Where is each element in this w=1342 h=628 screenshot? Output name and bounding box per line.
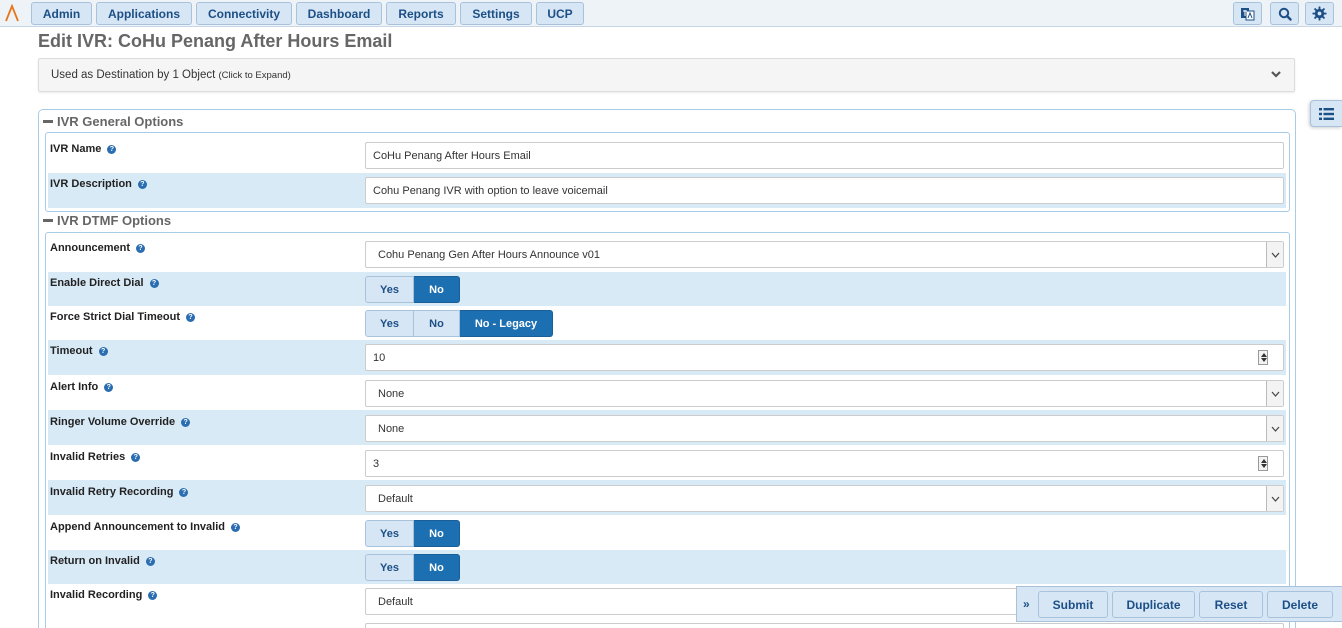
collapse-icon bbox=[43, 120, 53, 123]
help-icon[interactable]: ? bbox=[104, 382, 114, 392]
return-on-invalid-yes[interactable]: Yes bbox=[365, 554, 414, 581]
direct-dial-no[interactable]: No bbox=[414, 276, 460, 303]
return-on-invalid-no[interactable]: No bbox=[414, 554, 460, 581]
invalid-recording-label: Invalid Recording? bbox=[50, 589, 158, 601]
ivr-description-input[interactable]: Cohu Penang IVR with option to leave voi… bbox=[365, 177, 1284, 204]
strict-timeout-legacy[interactable]: No - Legacy bbox=[460, 310, 553, 337]
list-icon bbox=[1319, 107, 1334, 120]
help-icon[interactable]: ? bbox=[136, 243, 146, 253]
page-title: Edit IVR: CoHu Penang After Hours Email bbox=[38, 31, 393, 51]
strict-timeout-no[interactable]: No bbox=[414, 310, 460, 337]
row-append-announcement: Append Announcement to Invalid? bbox=[48, 515, 1286, 550]
chevron-down-icon bbox=[1266, 416, 1283, 441]
chevron-down-icon bbox=[1266, 242, 1283, 267]
duplicate-button[interactable]: Duplicate bbox=[1112, 591, 1195, 618]
help-icon[interactable]: ? bbox=[149, 278, 159, 288]
direct-dial-toggle: Yes No bbox=[365, 276, 460, 303]
alert-info-label: Alert Info? bbox=[50, 381, 114, 393]
action-bar: » Submit Duplicate Reset Delete bbox=[1016, 586, 1342, 622]
direct-dial-yes[interactable]: Yes bbox=[365, 276, 414, 303]
chevron-down-icon bbox=[1271, 71, 1281, 78]
row-direct-dial: Enable Direct Dial? bbox=[48, 272, 1286, 306]
ivr-description-label: IVR Description? bbox=[50, 178, 147, 190]
help-icon[interactable]: ? bbox=[186, 312, 195, 322]
stepper-icon[interactable] bbox=[1258, 456, 1268, 471]
append-announcement-yes[interactable]: Yes bbox=[365, 520, 414, 547]
append-announcement-no[interactable]: No bbox=[414, 520, 460, 547]
language-icon bbox=[1241, 7, 1255, 20]
next-field-partial[interactable] bbox=[365, 623, 1284, 628]
timeout-input[interactable]: 10 bbox=[365, 344, 1284, 371]
section-general-heading[interactable]: IVR General Options bbox=[43, 114, 183, 129]
nav-admin[interactable]: Admin bbox=[31, 2, 92, 25]
stepper-icon[interactable] bbox=[1258, 350, 1268, 365]
help-icon[interactable]: ? bbox=[137, 179, 147, 189]
return-on-invalid-label: Return on Invalid? bbox=[50, 555, 155, 567]
help-icon[interactable]: ? bbox=[230, 522, 240, 532]
append-announcement-toggle: Yes No bbox=[365, 520, 460, 547]
destination-text: Used as Destination by 1 Object (Click t… bbox=[51, 69, 291, 81]
help-icon[interactable]: ? bbox=[107, 144, 117, 154]
help-icon[interactable]: ? bbox=[181, 417, 191, 427]
alert-info-select[interactable]: None bbox=[365, 380, 1284, 407]
nav-connectivity[interactable]: Connectivity bbox=[196, 2, 292, 25]
invalid-retries-input[interactable]: 3 bbox=[365, 450, 1284, 477]
destination-expander[interactable]: Used as Destination by 1 Object (Click t… bbox=[38, 58, 1295, 92]
settings-button[interactable] bbox=[1305, 2, 1334, 25]
append-announcement-label: Append Announcement to Invalid? bbox=[50, 521, 240, 533]
help-icon[interactable]: ? bbox=[145, 556, 155, 566]
collapse-actions-icon[interactable]: » bbox=[1023, 597, 1030, 611]
row-strict-timeout: Force Strict Dial Timeout? bbox=[48, 306, 1286, 340]
gear-icon bbox=[1312, 6, 1327, 21]
top-nav: Admin Applications Connectivity Dashboar… bbox=[0, 0, 1342, 27]
nav-settings[interactable]: Settings bbox=[460, 2, 532, 25]
nav-ucp[interactable]: UCP bbox=[536, 2, 584, 25]
chevron-down-icon bbox=[1266, 381, 1283, 406]
invalid-retry-recording-select[interactable]: Default bbox=[365, 485, 1284, 512]
ringer-volume-label: Ringer Volume Override? bbox=[50, 416, 191, 428]
destination-hint: (Click to Expand) bbox=[218, 70, 291, 81]
strict-timeout-label: Force Strict Dial Timeout? bbox=[50, 311, 195, 323]
help-icon[interactable]: ? bbox=[131, 452, 141, 462]
search-button[interactable] bbox=[1270, 2, 1299, 25]
language-button[interactable] bbox=[1233, 2, 1262, 25]
announcement-select[interactable]: Cohu Penang Gen After Hours Announce v01 bbox=[365, 241, 1284, 268]
timeout-label: Timeout? bbox=[50, 345, 108, 357]
row-return-on-invalid: Return on Invalid? bbox=[48, 550, 1286, 584]
ivr-name-label: IVR Name? bbox=[50, 143, 117, 155]
nav-dashboard[interactable]: Dashboard bbox=[296, 2, 382, 25]
delete-button[interactable]: Delete bbox=[1267, 591, 1333, 618]
nav-applications[interactable]: Applications bbox=[96, 2, 192, 25]
freepbx-logo-icon[interactable] bbox=[4, 4, 20, 22]
side-list-toggle[interactable] bbox=[1310, 100, 1342, 127]
help-icon[interactable]: ? bbox=[148, 590, 158, 600]
strict-timeout-yes[interactable]: Yes bbox=[365, 310, 414, 337]
search-icon bbox=[1278, 7, 1292, 21]
invalid-retry-recording-label: Invalid Retry Recording? bbox=[50, 486, 189, 498]
section-dtmf-heading[interactable]: IVR DTMF Options bbox=[43, 213, 171, 228]
chevron-down-icon bbox=[1266, 486, 1283, 511]
direct-dial-label: Enable Direct Dial? bbox=[50, 277, 159, 289]
collapse-icon bbox=[43, 219, 53, 222]
announcement-label: Announcement? bbox=[50, 242, 146, 254]
strict-timeout-toggle: Yes No No - Legacy bbox=[365, 310, 553, 337]
help-icon[interactable]: ? bbox=[179, 487, 189, 497]
invalid-retries-label: Invalid Retries? bbox=[50, 451, 141, 463]
submit-button[interactable]: Submit bbox=[1038, 591, 1108, 618]
ringer-volume-select[interactable]: None bbox=[365, 415, 1284, 442]
ivr-name-input[interactable]: CoHu Penang After Hours Email bbox=[365, 142, 1284, 169]
nav-reports[interactable]: Reports bbox=[386, 2, 456, 25]
help-icon[interactable]: ? bbox=[98, 346, 108, 356]
return-on-invalid-toggle: Yes No bbox=[365, 554, 460, 581]
reset-button[interactable]: Reset bbox=[1199, 591, 1263, 618]
